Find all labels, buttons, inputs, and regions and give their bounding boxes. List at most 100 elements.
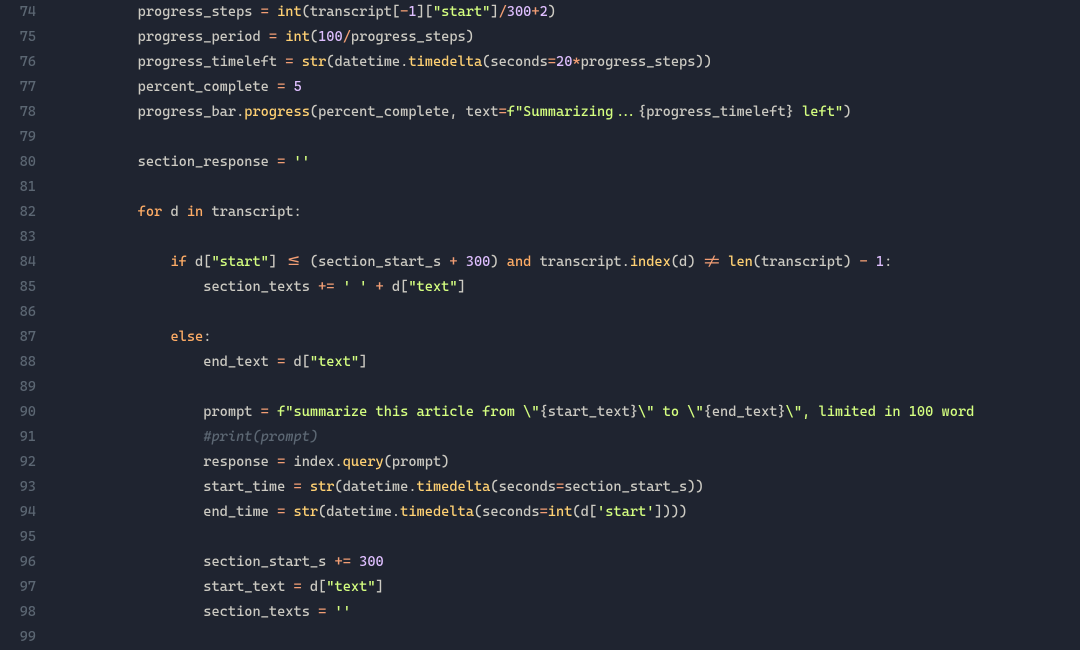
token-default: d <box>302 579 318 595</box>
line-number: 75 <box>8 25 36 50</box>
token-punct: [ <box>302 354 310 370</box>
token-operator: = <box>293 479 301 495</box>
token-default: section_start_s <box>564 479 687 495</box>
token-default <box>293 54 301 70</box>
token-default: d <box>285 354 301 370</box>
code-line[interactable]: else: <box>72 325 1080 350</box>
token-punct: ( <box>753 254 761 270</box>
token-string: "Summarizing... <box>515 104 638 120</box>
token-string: \", limited in 100 word <box>786 404 975 420</box>
token-operator: = <box>548 54 556 70</box>
token-default <box>367 279 375 295</box>
token-builtin: int <box>548 504 573 520</box>
code-line[interactable]: end_text = d["text"] <box>72 350 1080 375</box>
token-default: index <box>285 454 334 470</box>
token-punct: ( <box>302 4 310 20</box>
token-punct: ) <box>843 104 851 120</box>
token-default <box>868 254 876 270</box>
token-default: transcript <box>310 4 392 20</box>
token-function: index <box>630 254 671 270</box>
code-line[interactable]: #print(prompt) <box>72 425 1080 450</box>
line-number: 74 <box>8 0 36 25</box>
token-default <box>458 254 466 270</box>
code-line[interactable]: section_texts = '' <box>72 600 1080 625</box>
token-punct: ( <box>310 104 318 120</box>
token-punct: ) <box>466 29 474 45</box>
token-default: section_start_s <box>318 254 449 270</box>
code-line[interactable]: start_time = str(datetime.timedelta(seco… <box>72 475 1080 500</box>
code-line[interactable]: if d["start"] <= (section_start_s + 300)… <box>72 250 1080 275</box>
token-punct: ]))) <box>654 504 687 520</box>
token-number: 2 <box>540 4 548 20</box>
token-indent <box>72 550 203 575</box>
code-line[interactable]: section_start_s += 300 <box>72 550 1080 575</box>
token-operator: + <box>531 4 539 20</box>
token-punct: . <box>392 504 400 520</box>
code-line[interactable] <box>72 300 1080 325</box>
token-default: prompt <box>392 454 441 470</box>
code-line[interactable]: for d in transcript: <box>72 200 1080 225</box>
code-line[interactable]: section_response = '' <box>72 150 1080 175</box>
token-default: start_text <box>203 579 293 595</box>
token-comment: #print(prompt) <box>203 429 318 445</box>
token-default: prompt <box>203 404 260 420</box>
token-indent <box>72 475 203 500</box>
token-string: "summarize this article from \" <box>285 404 539 420</box>
token-function: progress <box>244 104 310 120</box>
line-number: 90 <box>8 400 36 425</box>
token-punct: ) <box>548 4 556 20</box>
token-operator: + <box>376 279 384 295</box>
token-punct: ( <box>310 29 318 45</box>
line-number: 84 <box>8 250 36 275</box>
token-punct: . <box>622 254 630 270</box>
line-number: 87 <box>8 325 36 350</box>
token-default: response <box>203 454 277 470</box>
code-line[interactable] <box>72 125 1080 150</box>
code-line[interactable]: section_texts += ' ' + d["text"] <box>72 275 1080 300</box>
code-line[interactable] <box>72 175 1080 200</box>
token-punct: ] <box>359 354 367 370</box>
code-line[interactable] <box>72 225 1080 250</box>
line-number: 92 <box>8 450 36 475</box>
code-line[interactable]: progress_bar.progress(percent_complete, … <box>72 100 1080 125</box>
token-punct: ( <box>671 254 679 270</box>
token-operator: = <box>261 4 269 20</box>
token-punct: ( <box>490 479 498 495</box>
token-punct: ( <box>335 479 343 495</box>
line-number-gutter: 7475767778798081828384858687888990919293… <box>0 0 52 641</box>
code-line[interactable]: progress_period = int(100/progress_steps… <box>72 25 1080 50</box>
code-line[interactable]: prompt = f"summarize this article from \… <box>72 400 1080 425</box>
token-string: "text" <box>408 279 457 295</box>
token-function: timedelta <box>408 54 482 70</box>
line-number: 77 <box>8 75 36 100</box>
code-line[interactable]: response = index.query(prompt) <box>72 450 1080 475</box>
token-string: '' <box>293 154 309 170</box>
token-builtin: int <box>277 4 302 20</box>
token-punct: ) <box>441 454 449 470</box>
code-line[interactable]: start_text = d["text"] <box>72 575 1080 600</box>
line-number: 82 <box>8 200 36 225</box>
token-keyword: for <box>138 204 163 220</box>
token-punct: ( <box>572 504 580 520</box>
token-function: timedelta <box>400 504 474 520</box>
token-punct: ) <box>687 254 703 270</box>
code-line[interactable] <box>72 625 1080 641</box>
token-function: query <box>343 454 384 470</box>
line-number: 96 <box>8 550 36 575</box>
token-builtin: int <box>285 29 310 45</box>
token-default: progress_timeleft <box>138 54 286 70</box>
code-content[interactable]: progress_steps = int(transcript[-1]["sta… <box>52 0 1080 641</box>
code-line[interactable] <box>72 525 1080 550</box>
token-string: "text" <box>310 354 359 370</box>
line-number: 78 <box>8 100 36 125</box>
token-punct: [ <box>589 504 597 520</box>
token-default: transcript <box>203 204 293 220</box>
code-line[interactable]: progress_steps = int(transcript[-1]["sta… <box>72 0 1080 25</box>
code-line[interactable] <box>72 375 1080 400</box>
code-line[interactable]: progress_timeleft = str(datetime.timedel… <box>72 50 1080 75</box>
code-editor[interactable]: 7475767778798081828384858687888990919293… <box>0 0 1080 641</box>
line-number: 93 <box>8 475 36 500</box>
token-punct: { <box>704 404 712 420</box>
code-line[interactable]: percent_complete = 5 <box>72 75 1080 100</box>
code-line[interactable]: end_time = str(datetime.timedelta(second… <box>72 500 1080 525</box>
